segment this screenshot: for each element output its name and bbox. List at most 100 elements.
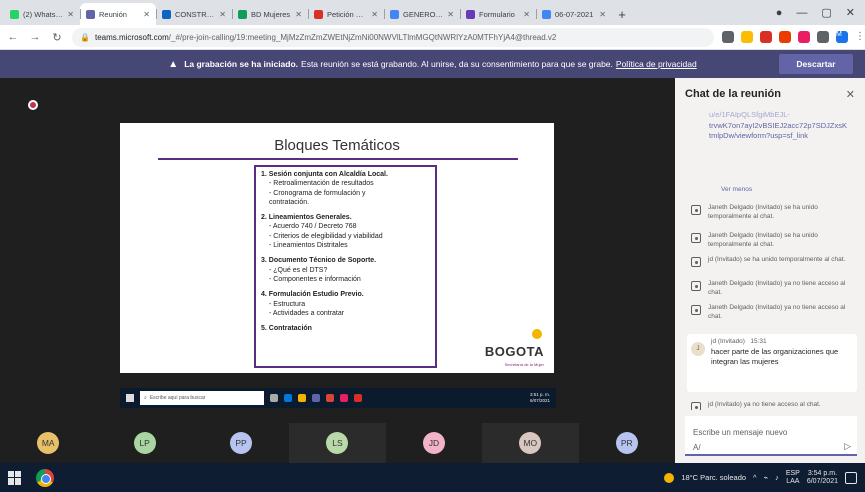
participant-avatar: JD: [422, 432, 445, 454]
windows-start-button[interactable]: [8, 470, 22, 485]
clock-date: 6/07/2021: [806, 477, 838, 485]
tab-close-icon[interactable]: ✕: [67, 10, 74, 19]
cast-icon[interactable]: [722, 31, 734, 43]
participant-tile[interactable]: LP: [96, 423, 192, 463]
browser-tab[interactable]: Formulario ✕: [460, 3, 536, 25]
forward-icon[interactable]: →: [28, 31, 42, 43]
form-link[interactable]: trvwK7on7ayI2vBSIEJ2acc72p7SDJZxsKtmlpDw…: [709, 121, 847, 141]
participant-tile[interactable]: PP: [193, 423, 289, 463]
system-message-text: Janeth Delgado (Invitado) se ha unido te…: [708, 232, 818, 248]
office-extension-icon[interactable]: [779, 31, 791, 43]
profile-circle-icon[interactable]: ●: [776, 7, 783, 19]
message-time: 15:31: [750, 338, 767, 345]
send-icon[interactable]: ▷: [844, 441, 851, 452]
participant-tile[interactable]: LS: [289, 423, 386, 463]
notifications-icon[interactable]: [845, 471, 857, 484]
see-less-link[interactable]: Ver menos: [721, 186, 752, 193]
close-window-button[interactable]: ✕: [846, 6, 855, 19]
browser-tab[interactable]: CONSTRUCC ✕: [156, 3, 232, 25]
browser-tab[interactable]: GENERO BAR ✕: [384, 3, 460, 25]
person-leave-icon: [691, 402, 701, 410]
compose-box: A/ ▷: [685, 416, 857, 456]
format-icon[interactable]: A/: [693, 443, 701, 452]
slide-section-heading: 3. Documento Técnico de Soporte.: [261, 257, 377, 265]
participant-avatar: PR: [615, 432, 638, 454]
profile-avatar[interactable]: M: [836, 31, 848, 43]
tab-favicon-icon: [10, 9, 19, 19]
browser-tab[interactable]: 06-07-2021 ✕: [536, 3, 612, 25]
extension-icon[interactable]: [798, 31, 810, 43]
system-message: Janeth Delgado (Invitado) se ha unido te…: [691, 232, 861, 249]
browser-tab[interactable]: Petición para ✕: [308, 3, 384, 25]
participant-avatar: LS: [326, 432, 349, 454]
browser-tab[interactable]: (2) WhatsApp ✕: [4, 3, 80, 25]
system-message: Janeth Delgado (Invitado) ya no tiene ac…: [691, 304, 861, 321]
tab-favicon-icon: [162, 9, 171, 19]
close-icon[interactable]: ✕: [846, 88, 855, 101]
privacy-policy-link[interactable]: Política de privacidad: [616, 59, 697, 69]
reload-icon[interactable]: ↻: [50, 31, 64, 44]
tab-close-icon[interactable]: ✕: [599, 10, 606, 19]
shared-time: 3:51 p. m.: [529, 392, 550, 397]
browser-tab[interactable]: Reunión ✕: [80, 3, 156, 25]
url-path: /_#/pre-join-calling/19:meeting_MjMzZmZm…: [168, 32, 557, 42]
url-field[interactable]: 🔒 teams.microsoft.com/_#/pre-join-callin…: [72, 27, 714, 47]
tab-close-icon[interactable]: ✕: [219, 10, 226, 19]
tab-close-icon[interactable]: ✕: [523, 10, 530, 19]
dismiss-button[interactable]: Descartar: [779, 54, 853, 74]
participant-avatar: LP: [133, 432, 156, 454]
participant-tile[interactable]: PR: [579, 423, 675, 463]
participant-tile[interactable]: MA: [0, 423, 96, 463]
tab-close-icon[interactable]: ✕: [143, 10, 150, 19]
menu-dots-icon[interactable]: ⋮: [855, 31, 865, 43]
chat-messages[interactable]: u/e/1FAIpQLSfgiMbEJL- trvwK7on7ayI2vBSIE…: [675, 110, 865, 410]
chat-title: Chat de la reunión: [685, 88, 781, 100]
slide-content-box: 1. Sesión conjunta con Alcaldía Local. - …: [254, 165, 437, 368]
new-tab-button[interactable]: +: [612, 3, 632, 25]
tab-close-icon[interactable]: ✕: [371, 10, 378, 19]
participants-row: MA LP PP LS JD MO PR: [0, 423, 675, 463]
form-link-faded: u/e/1FAIpQLSfgiMbEJL-: [709, 110, 790, 119]
weather-icon[interactable]: [664, 472, 675, 483]
participant-tile[interactable]: JD: [386, 423, 482, 463]
window-controls: ● — ▢ ✕: [776, 0, 865, 25]
bookmark-star-icon[interactable]: [741, 31, 753, 43]
slide-bullet: - Acuerdo 740 / Decreto 768: [269, 223, 357, 231]
system-message: Janeth Delgado (Invitado) se ha unido te…: [691, 204, 861, 221]
weather-text[interactable]: 18°C Parc. soleado: [681, 473, 746, 482]
slide-bullet: - Cronograma de formulación y: [269, 189, 366, 197]
task-view-icon: [270, 394, 278, 402]
shared-search-placeholder: Escribe aquí para buscar: [149, 395, 206, 401]
volume-icon[interactable]: ♪: [775, 473, 779, 482]
logo-sun-icon: [532, 329, 542, 339]
message-input[interactable]: [693, 428, 849, 437]
language-indicator[interactable]: ESP LAA: [786, 470, 800, 486]
system-message-text: jd (Invitado) se ha unido temporalmente …: [708, 256, 846, 263]
recording-indicator-icon: [28, 100, 38, 110]
minimize-button[interactable]: —: [796, 7, 807, 19]
puzzle-icon[interactable]: [817, 31, 829, 43]
slide-bullet: - Criterios de elegibilidad y viabilidad: [269, 232, 383, 240]
logo-subtitle: Secretaría de la Mujer: [504, 362, 544, 367]
browser-tab-strip: (2) WhatsApp✕Reunión✕CONSTRUCC✕BD Mujere…: [0, 0, 865, 25]
participant-avatar: PP: [230, 432, 253, 454]
tab-label: GENERO BAR: [403, 9, 443, 19]
browser-tab[interactable]: BD Mujeres ✕: [232, 3, 308, 25]
back-icon[interactable]: ←: [6, 31, 20, 43]
tab-close-icon[interactable]: ✕: [447, 10, 454, 19]
final-system-message: jd (Invitado) ya no tiene acceso al chat…: [691, 401, 861, 410]
slide-section-heading: 5. Contratación: [261, 325, 312, 333]
tab-favicon-icon: [390, 9, 399, 19]
tab-close-icon[interactable]: ✕: [295, 10, 302, 19]
participant-tile[interactable]: MO: [482, 423, 579, 463]
network-icon[interactable]: ⌁: [764, 473, 769, 482]
tab-favicon-icon: [542, 9, 551, 19]
tab-label: Petición para: [327, 9, 368, 19]
pdf-extension-icon[interactable]: [760, 31, 772, 43]
chrome-taskbar-icon[interactable]: [36, 468, 54, 487]
lang-bottom: LAA: [786, 477, 800, 485]
clock[interactable]: 3:54 p.m. 6/07/2021: [807, 470, 838, 486]
maximize-button[interactable]: ▢: [821, 6, 831, 19]
tray-chevron-icon[interactable]: ^: [753, 473, 757, 482]
tab-label: 06-07-2021: [555, 9, 594, 19]
